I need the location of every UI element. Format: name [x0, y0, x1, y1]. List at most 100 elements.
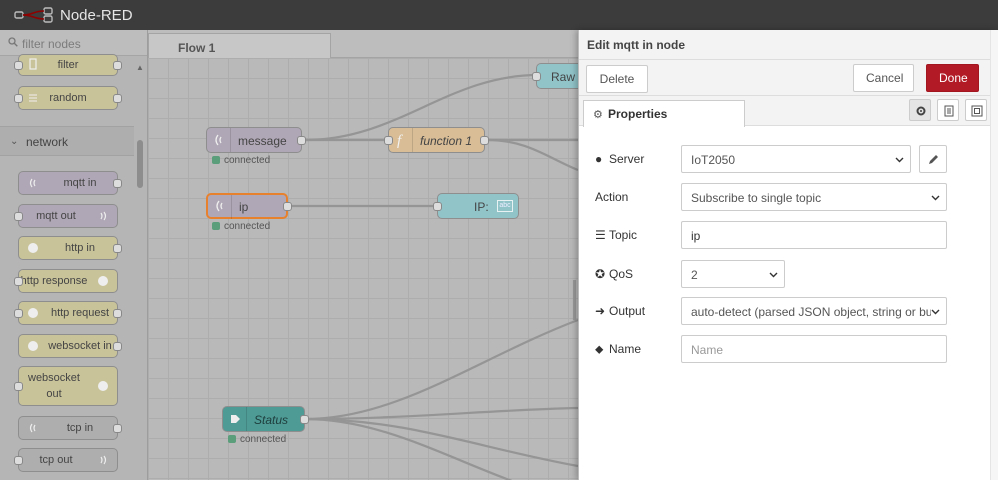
output-port — [283, 202, 292, 211]
output-select[interactable]: auto-detect (parsed JSON object, string … — [681, 297, 947, 325]
palette-node-random[interactable]: random — [14, 86, 122, 110]
action-row: Action Subscribe to single topic — [595, 183, 955, 211]
gear-icon — [916, 106, 926, 116]
flow-workspace[interactable]: Raw message connected f function 1 ip co… — [148, 58, 578, 480]
input-port — [433, 202, 442, 211]
node-ip-mqtt-in-selected[interactable]: ip — [206, 193, 292, 219]
palette-node-mqtt-out[interactable]: mqtt out — [14, 204, 118, 228]
name-row: ⬥ Name Name — [595, 335, 955, 363]
chevron-down-icon — [769, 272, 778, 278]
flow-tab-bar: Flow 1 — [148, 30, 578, 59]
node-raw[interactable]: Raw — [532, 63, 578, 89]
flow-wires — [289, 73, 578, 480]
status-dot — [212, 222, 220, 230]
sign-out-icon: ➜ — [595, 304, 606, 318]
status-connected: connected — [212, 155, 270, 166]
output-label: ➜ Output — [595, 304, 646, 318]
wire — [304, 417, 578, 468]
chevron-down-icon: ⌄ — [10, 136, 19, 147]
palette-node-http-request[interactable]: http request — [14, 301, 122, 325]
palette-node-mqtt-in[interactable]: mqtt in — [18, 171, 122, 195]
tray-tabs: ⚙ Properties — [579, 96, 998, 127]
wire — [304, 417, 513, 480]
input-port — [14, 61, 23, 70]
status-connected: connected — [212, 221, 270, 232]
topic-label: ☰ Topic — [595, 228, 638, 242]
server-row: ● Server IoT2050 — [595, 145, 955, 173]
palette-node-tcp-out[interactable]: tcp out — [14, 448, 118, 472]
tray-toolbar: Delete Cancel Done — [579, 60, 998, 96]
tab-flow-1[interactable]: Flow 1 — [148, 33, 331, 59]
wire — [486, 138, 578, 172]
input-port — [14, 309, 23, 318]
chevron-down-icon — [895, 157, 904, 163]
search-icon — [8, 37, 18, 47]
palette-node-http-in[interactable]: http in — [18, 236, 122, 260]
topic-input[interactable]: ip — [681, 221, 947, 249]
edit-server-button[interactable] — [919, 145, 947, 173]
palette-node-websocket-in[interactable]: websocket in — [18, 334, 122, 358]
node-palette: filter nodes filter random ▲ ⌄ network m… — [0, 30, 148, 480]
server-label: ● Server — [595, 152, 645, 166]
output-port — [113, 244, 122, 253]
tray-scrollbar[interactable] — [990, 30, 998, 480]
svg-text:f: f — [397, 133, 403, 149]
qos-select[interactable]: 2 — [681, 260, 785, 288]
node-message-mqtt-in[interactable]: message — [206, 127, 306, 153]
node-status[interactable]: Status — [222, 406, 309, 432]
file-text-icon — [944, 105, 954, 117]
output-port — [113, 424, 122, 433]
server-select[interactable]: IoT2050 — [681, 145, 911, 173]
wifi-icon — [208, 195, 232, 219]
tray-header: Edit mqtt in node — [579, 30, 998, 60]
cancel-button[interactable]: Cancel — [853, 64, 914, 92]
name-label: ⬥ Name — [595, 342, 642, 356]
tasks-icon: ☰ — [595, 228, 606, 242]
output-port — [113, 179, 122, 188]
tag-icon: ⬥ — [595, 342, 604, 356]
done-button[interactable]: Done — [926, 64, 979, 92]
status-dot — [212, 156, 220, 164]
input-port — [14, 456, 23, 465]
tray-resize-handle[interactable] — [573, 280, 576, 320]
palette-node-websocket-out[interactable]: websocket out — [14, 366, 118, 406]
chevron-down-icon — [931, 195, 940, 201]
chevron-down-icon — [931, 309, 940, 315]
qos-label: ✪ QoS — [595, 267, 634, 281]
wifi-icon — [207, 128, 231, 152]
palette-node-tcp-in[interactable]: tcp in — [18, 416, 122, 440]
node-settings-tab[interactable] — [909, 99, 931, 121]
status-icon — [223, 407, 247, 431]
status-dot — [228, 435, 236, 443]
topic-row: ☰ Topic ip — [595, 221, 955, 249]
node-ip-text-output[interactable]: IP: abc — [433, 193, 519, 219]
tray-title: Edit mqtt in node — [587, 38, 685, 52]
edit-tray: Edit mqtt in node Delete Cancel Done ⚙ P… — [578, 30, 998, 480]
tab-properties[interactable]: ⚙ Properties — [583, 100, 745, 127]
qos-row: ✪ QoS 2 — [595, 260, 955, 288]
palette-category-network[interactable]: ⌄ network — [0, 126, 134, 156]
wire — [304, 318, 578, 421]
empire-icon: ✪ — [595, 267, 606, 281]
output-port — [297, 136, 306, 145]
action-select[interactable]: Subscribe to single topic — [681, 183, 947, 211]
input-port — [14, 277, 23, 286]
input-port — [14, 94, 23, 103]
name-input[interactable]: Name — [681, 335, 947, 363]
gear-icon: ⚙ — [593, 109, 603, 121]
input-port — [532, 72, 541, 81]
node-appearance-tab[interactable] — [965, 99, 987, 121]
output-port — [113, 342, 122, 351]
output-port — [113, 61, 122, 70]
node-function-1[interactable]: f function 1 — [384, 127, 489, 153]
scroll-up-icon[interactable]: ▲ — [136, 63, 144, 72]
delete-button[interactable]: Delete — [586, 65, 648, 93]
palette-scrollbar[interactable] — [137, 140, 143, 188]
node-description-tab[interactable] — [937, 99, 959, 121]
palette-node-http-response[interactable]: http response — [14, 269, 118, 293]
pencil-icon — [929, 155, 938, 164]
action-label: Action — [595, 190, 629, 204]
palette-node-filter[interactable]: filter — [14, 54, 122, 76]
globe-icon: ● — [595, 152, 603, 166]
palette-filter[interactable]: filter nodes — [0, 30, 147, 56]
